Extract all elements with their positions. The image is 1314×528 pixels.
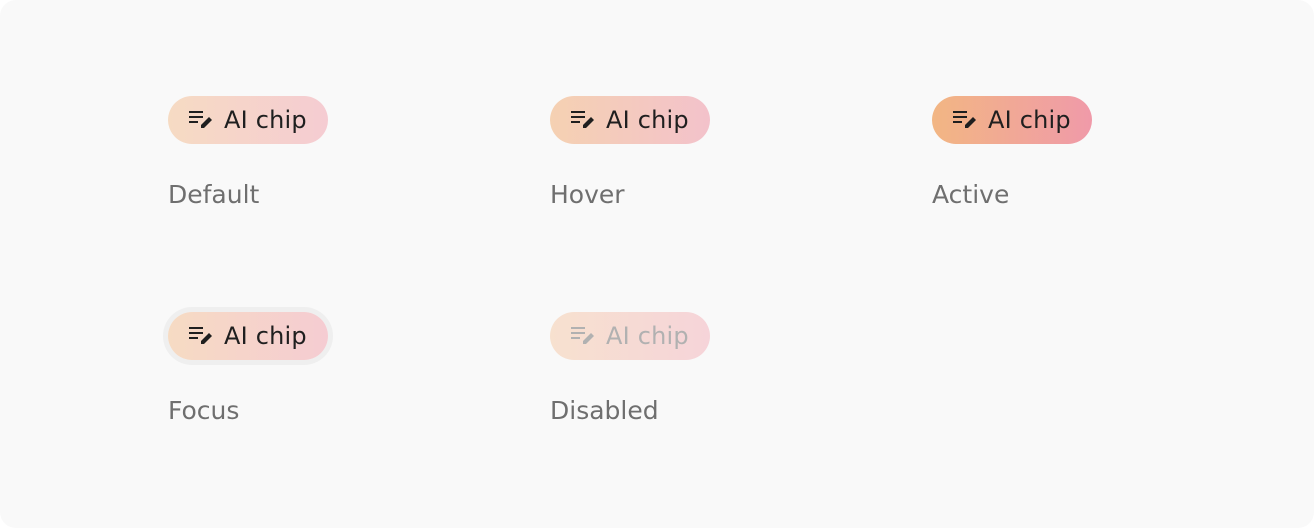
- state-label: Default: [168, 180, 260, 209]
- edit-note-icon: [188, 324, 214, 348]
- ai-chip-focus[interactable]: AI chip: [168, 312, 328, 360]
- ai-chip-default[interactable]: AI chip: [168, 96, 328, 144]
- edit-note-icon: [188, 108, 214, 132]
- chip-label: AI chip: [606, 322, 689, 350]
- chip-state-focus: AI chip Focus: [168, 312, 468, 452]
- chip-state-hover: AI chip Hover: [550, 96, 850, 236]
- ai-chip-hover[interactable]: AI chip: [550, 96, 710, 144]
- state-label: Active: [932, 180, 1010, 209]
- chip-states-panel: AI chip Default AI chip Hover AI chip Ac…: [0, 0, 1314, 528]
- chip-state-default: AI chip Default: [168, 96, 468, 236]
- state-label: Focus: [168, 396, 240, 425]
- state-label: Hover: [550, 180, 625, 209]
- edit-note-icon: [952, 108, 978, 132]
- ai-chip-disabled: AI chip: [550, 312, 710, 360]
- chip-state-active: AI chip Active: [932, 96, 1232, 236]
- edit-note-icon: [570, 108, 596, 132]
- chip-label: AI chip: [988, 106, 1071, 134]
- chip-label: AI chip: [606, 106, 689, 134]
- ai-chip-active[interactable]: AI chip: [932, 96, 1092, 144]
- chip-state-disabled: AI chip Disabled: [550, 312, 850, 452]
- chip-label: AI chip: [224, 106, 307, 134]
- edit-note-icon: [570, 324, 596, 348]
- chip-label: AI chip: [224, 322, 307, 350]
- state-label: Disabled: [550, 396, 659, 425]
